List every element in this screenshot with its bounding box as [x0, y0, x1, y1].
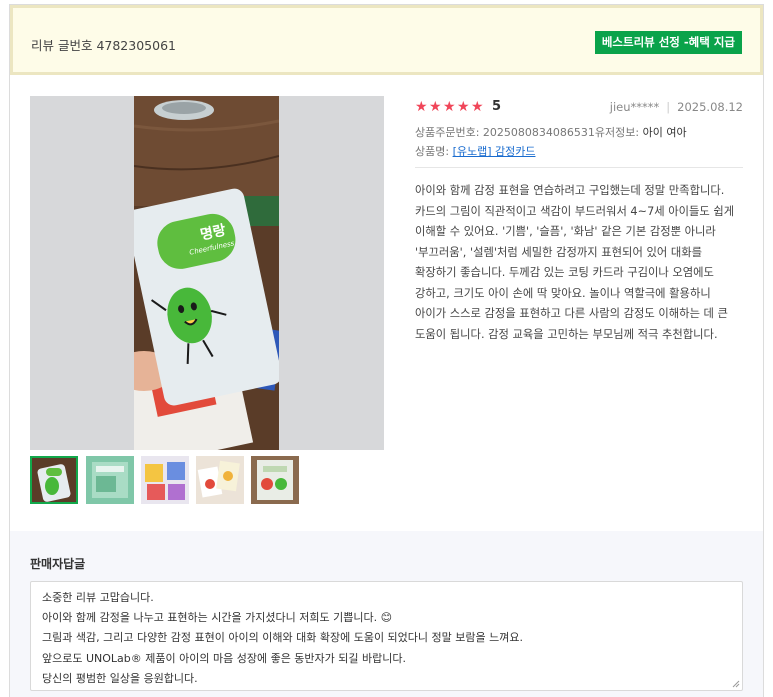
reply-line: 소중한 리뷰 고맙습니다. — [42, 591, 154, 604]
review-date: 2025.08.12 — [677, 100, 743, 114]
star-icon: ★ — [415, 99, 428, 115]
photo-image: 명랑 Cheerfulness — [134, 96, 279, 450]
thumbnail-4[interactable] — [196, 456, 244, 504]
star-icon: ★ — [429, 99, 442, 115]
product-info: 상품명: [유노랩] 감정카드 — [415, 143, 535, 159]
order-info: 상품주문번호: 2025080834086531유저정보: 아이 여아 — [415, 124, 687, 140]
reply-line: 아이와 함께 감정을 나누고 표현하는 시간을 가지셨다니 저희도 기쁩니다. … — [42, 611, 393, 625]
thumbnail-3[interactable] — [141, 456, 189, 504]
product-label: 상품명: — [415, 145, 453, 158]
review-card: 리뷰 글번호 4782305061 베스트리뷰 선정 -혜택 지급 명랑 Che… — [9, 4, 764, 697]
star-icon: ★ — [443, 99, 456, 115]
reply-line: 앞으로도 UNOLab® 제품이 아이의 마음 성장에 좋은 동반자가 되길 바… — [42, 651, 406, 665]
thumbnail-2[interactable] — [86, 456, 134, 504]
reviewer-id: jieu***** — [609, 100, 660, 114]
user-info-value: 아이 여아 — [642, 126, 687, 139]
user-date: jieu***** | 2025.08.12 — [610, 100, 743, 114]
product-name-link[interactable]: [유노랩] 감정카드 — [453, 145, 536, 158]
seller-reply-textarea[interactable]: 소중한 리뷰 고맙습니다. 아이와 함께 감정을 나누고 표현하는 시간을 가지… — [30, 581, 743, 691]
reply-line: 당신의 평범한 일상을 응원합니다. — [42, 671, 198, 685]
review-body: 아이와 함께 감정 표현을 연습하려고 구입했는데 정말 만족합니다. 카드의 … — [415, 184, 735, 341]
thumbnail-1[interactable] — [30, 456, 78, 504]
star-icon: ★ — [457, 99, 470, 115]
best-review-badge: 베스트리뷰 선정 -혜택 지급 — [594, 31, 742, 54]
resize-grip-icon[interactable] — [732, 680, 740, 688]
thumbnail-5[interactable] — [251, 456, 299, 504]
order-number: 상품주문번호: 2025080834086531 — [415, 126, 595, 139]
separator: | — [666, 100, 671, 114]
user-info-label: 유저정보: — [594, 126, 643, 139]
meta-divider — [415, 167, 743, 168]
review-header: 리뷰 글번호 4782305061 베스트리뷰 선정 -혜택 지급 — [10, 5, 763, 75]
seller-reply-section: 판매자답글 소중한 리뷰 고맙습니다. 아이와 함께 감정을 나누고 표현하는 … — [10, 531, 763, 697]
rating-score: 5 — [492, 99, 502, 114]
review-main-photo[interactable]: 명랑 Cheerfulness — [30, 96, 384, 450]
review-number: 리뷰 글번호 4782305061 — [31, 38, 176, 53]
star-rating: ★★★★★ — [415, 99, 485, 115]
reply-line: 그림과 색감, 그리고 다양한 감정 표현이 아이의 이해와 대화 확장에 도움… — [42, 631, 523, 645]
star-icon: ★ — [471, 99, 484, 115]
seller-reply-title: 판매자답글 — [30, 557, 86, 571]
